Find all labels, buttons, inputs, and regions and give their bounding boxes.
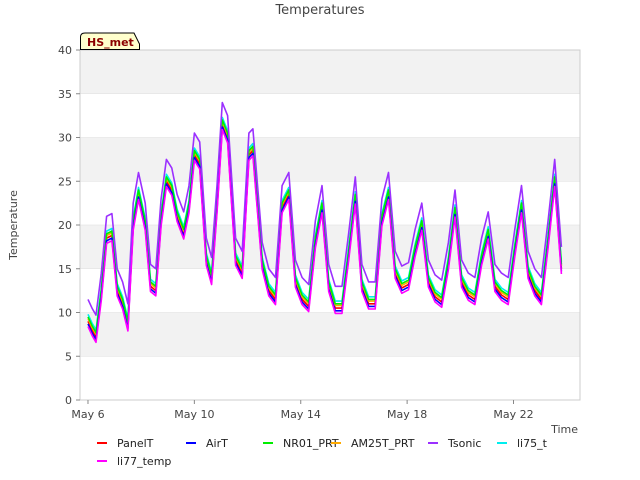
legend-label-airt: AirT: [206, 437, 228, 450]
temperature-chart: 0 5 10 15 20 25 30 35 40 May 6 May 10 May 14 May 18…: [7, 3, 581, 468]
x-tick-label-may-10: May 10: [174, 408, 214, 421]
legend-label-li77-temp: li77_temp: [117, 455, 171, 468]
y-tick-label-0: 0: [65, 394, 72, 407]
legend-label-nr01-prt: NR01_PRT: [283, 437, 339, 450]
x-tick-label-may-18: May 18: [387, 408, 427, 421]
y-tick-label-35: 35: [58, 88, 72, 101]
band-5: [80, 312, 580, 357]
band-15: [80, 225, 580, 269]
y-tick-label-20: 20: [58, 219, 72, 232]
legend: PanelT AirT NR01_PRT AM25T_PRT Tsonic li75_tl…: [97, 437, 548, 468]
band-25: [80, 137, 580, 182]
x-tick-label-may-6: May 6: [71, 408, 104, 421]
y-tick-label-5: 5: [65, 350, 72, 363]
badge-label: HS_met: [87, 36, 134, 49]
x-axis-title: Time: [550, 423, 578, 436]
y-tick-label-15: 15: [58, 263, 72, 276]
legend-label-panelt: PanelT: [117, 437, 154, 450]
y-axis-title: Temperature: [7, 190, 20, 261]
legend-label-tsonic: Tsonic: [447, 437, 481, 450]
background-bands: [80, 50, 580, 357]
y-tick-label-10: 10: [58, 307, 72, 320]
x-axis-ticks: May 6 May 10 May 14 May 18 May 22: [71, 400, 534, 421]
y-tick-label-40: 40: [58, 44, 72, 57]
x-tick-label-may-22: May 22: [493, 408, 533, 421]
chart-title: Temperatures: [274, 3, 364, 18]
legend-label-li75-t: li75_t: [517, 437, 548, 450]
y-tick-label-30: 30: [58, 132, 72, 145]
y-axis-ticks: 0 5 10 15 20 25 30 35 40: [58, 44, 80, 407]
station-badge: HS_met: [80, 32, 140, 50]
x-tick-label-may-14: May 14: [281, 408, 321, 421]
series-line-tsonic: [87, 101, 563, 316]
band-35: [80, 50, 580, 94]
y-tick-label-25: 25: [58, 175, 72, 188]
legend-label-am25t-prt: AM25T_PRT: [351, 437, 415, 450]
